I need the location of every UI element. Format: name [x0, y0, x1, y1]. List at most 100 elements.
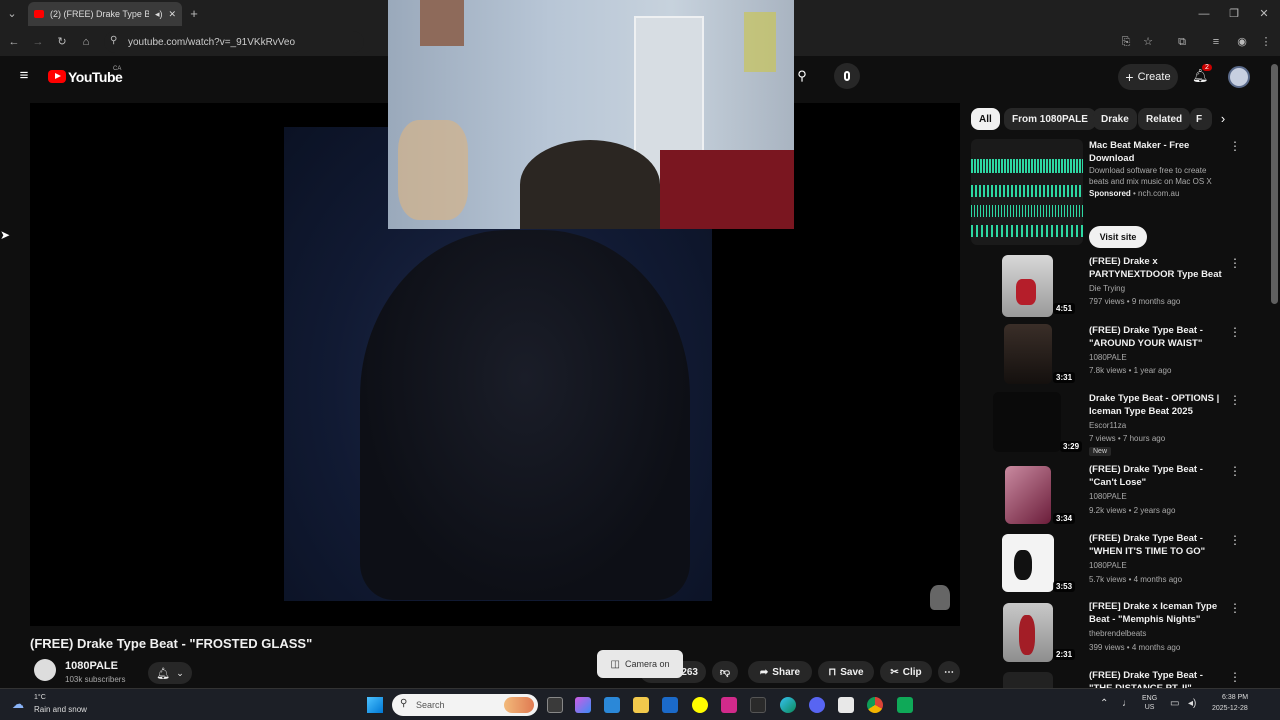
file-explorer-icon[interactable] [633, 697, 649, 713]
more-options-icon[interactable]: ⋮ [1229, 393, 1241, 407]
share-button[interactable]: ➦ Share [748, 661, 812, 683]
chip-partial[interactable]: F [1190, 108, 1212, 130]
tray-overflow-icon[interactable]: ⌃ [1100, 698, 1108, 709]
site-info-icon[interactable]: ⚲ [110, 35, 117, 46]
url-field[interactable]: ⚲ youtube.com/watch?v=_91VKkRvVeo [104, 31, 364, 53]
ad-more-icon[interactable]: ⋮ [1229, 139, 1241, 153]
video-meta: 797 views • 9 months ago [1089, 297, 1181, 306]
streaming-app-icon[interactable] [897, 697, 913, 713]
close-window-icon[interactable]: ✕ [1256, 7, 1272, 21]
new-tab-icon[interactable]: + [186, 7, 202, 21]
video-thumbnail[interactable] [993, 392, 1061, 452]
camera-status-pill[interactable]: ◫ Camera on [597, 650, 683, 678]
video-title-link[interactable]: [FREE] Drake x Iceman Type Beat - "Memph… [1089, 600, 1224, 626]
channel-avatar[interactable] [34, 659, 56, 681]
video-title-link[interactable]: (FREE) Drake Type Beat - "AROUND YOUR WA… [1089, 324, 1224, 350]
notifications-button[interactable]: 🔔︎ 2 [1192, 64, 1212, 84]
taskbar-search[interactable]: ⚲ Search [392, 694, 538, 716]
more-options-icon[interactable]: ⋮ [1229, 464, 1241, 478]
more-options-icon[interactable]: ⋮ [1229, 256, 1241, 270]
browser-tab[interactable]: (2) (FREE) Drake Type Beat ◂) ✕ [28, 2, 182, 26]
outlook-icon[interactable] [662, 697, 678, 713]
chip-from-channel[interactable]: From 1080PALE [1004, 108, 1096, 130]
language-indicator[interactable]: ENG US [1142, 694, 1157, 712]
widgets-icon[interactable] [604, 697, 620, 713]
video-thumbnail[interactable] [1003, 603, 1053, 662]
reload-icon[interactable]: ↻ [54, 35, 70, 49]
more-options-icon[interactable]: ⋮ [1229, 533, 1241, 547]
channel-name[interactable]: 1080PALE [65, 660, 118, 672]
more-options-icon[interactable]: ⋮ [1229, 601, 1241, 615]
microphone-tray-icon[interactable]: ♩ [1122, 698, 1132, 709]
video-channel[interactable]: thebrendelbeats [1089, 629, 1146, 638]
home-icon[interactable]: ⌂ [78, 35, 94, 49]
account-avatar[interactable] [1228, 66, 1250, 88]
video-title-link[interactable]: (FREE) Drake Type Beat - "Can't Lose" [1089, 463, 1224, 489]
dislike-button[interactable]: 👎︎ [712, 661, 738, 683]
notepad-icon[interactable] [838, 697, 854, 713]
video-thumbnail[interactable] [1002, 255, 1053, 317]
save-button[interactable]: ⊓ Save [818, 661, 874, 683]
chip-all[interactable]: All [971, 108, 1000, 130]
clip-button[interactable]: ✂ Clip [880, 661, 932, 683]
video-channel[interactable]: 1080PALE [1089, 353, 1127, 362]
app-icon[interactable] [721, 697, 737, 713]
snapchat-icon[interactable] [692, 697, 708, 713]
extensions-icon[interactable]: ⧉ [1174, 35, 1190, 49]
page-scrollbar[interactable] [1271, 64, 1278, 304]
video-title-link[interactable]: Drake Type Beat - OPTIONS | Iceman Type … [1089, 392, 1224, 418]
video-channel[interactable]: Die Trying [1089, 284, 1125, 293]
more-options-icon[interactable]: ⋮ [1229, 670, 1241, 684]
video-title-link[interactable]: (FREE) Drake x PARTYNEXTDOOR Type Beat -… [1089, 255, 1224, 281]
visit-site-button[interactable]: Visit site [1089, 226, 1147, 248]
weather-temperature[interactable]: 1°C [34, 694, 46, 701]
tab-menu-icon[interactable]: ⌄ [4, 7, 20, 21]
task-view-icon[interactable] [547, 697, 563, 713]
chrome-icon[interactable] [867, 697, 883, 713]
video-thumbnail[interactable] [1002, 534, 1054, 592]
subscription-bell-button[interactable]: 🔔︎ ⌄ [148, 662, 192, 684]
game-icon[interactable] [750, 697, 766, 713]
chip-related[interactable]: Related [1138, 108, 1191, 130]
video-title-link[interactable]: (FREE) Drake Type Beat - "THE DISTANCE P… [1089, 669, 1224, 688]
forward-icon[interactable]: → [30, 35, 46, 49]
speaker-icon[interactable]: ◂) [155, 9, 163, 20]
search-icon[interactable]: ⚲ [794, 69, 810, 83]
ad-thumbnail[interactable] [971, 139, 1083, 245]
clock-date[interactable]: 2025-12-28 [1212, 705, 1248, 712]
reading-list-icon[interactable]: ≡ [1208, 35, 1224, 49]
camera-icon: ◫ [610, 658, 620, 670]
more-actions-button[interactable]: ⋯ [938, 661, 960, 683]
copilot-icon[interactable] [575, 697, 591, 713]
hamburger-menu-icon[interactable]: ≡ [16, 68, 32, 83]
weather-description[interactable]: Rain and snow [34, 705, 87, 714]
network-icon[interactable]: ▭ [1170, 698, 1179, 709]
chip-drake[interactable]: Drake [1093, 108, 1137, 130]
browser-menu-icon[interactable]: ⋮ [1258, 35, 1274, 49]
voice-search-button[interactable] [834, 63, 860, 89]
create-button[interactable]: + Create [1118, 64, 1178, 90]
profile-icon[interactable]: ◉ [1234, 35, 1250, 49]
video-thumbnail[interactable] [1005, 466, 1051, 524]
channel-watermark[interactable] [930, 585, 950, 610]
close-tab-icon[interactable]: ✕ [168, 9, 176, 20]
maximize-icon[interactable]: ❐ [1226, 7, 1242, 21]
minimize-icon[interactable]: — [1196, 7, 1212, 21]
volume-icon[interactable]: ◂) [1188, 698, 1196, 709]
install-app-icon[interactable]: ⎘ [1118, 35, 1134, 49]
more-options-icon[interactable]: ⋮ [1229, 325, 1241, 339]
ad-title[interactable]: Mac Beat Maker - Free Download [1089, 139, 1224, 165]
bookmark-star-icon[interactable]: ☆ [1140, 35, 1156, 49]
video-channel[interactable]: 1080PALE [1089, 561, 1127, 570]
video-thumbnail[interactable] [1003, 672, 1053, 688]
clock-time[interactable]: 6:38 PM [1222, 694, 1248, 701]
edge-icon[interactable] [780, 697, 796, 713]
start-button[interactable] [367, 697, 383, 713]
video-title-link[interactable]: (FREE) Drake Type Beat - "WHEN IT'S TIME… [1089, 532, 1224, 558]
chevron-right-icon[interactable]: › [1215, 112, 1231, 126]
discord-icon[interactable] [809, 697, 825, 713]
video-thumbnail[interactable] [1004, 324, 1052, 384]
video-channel[interactable]: Escor11za [1089, 421, 1126, 430]
back-icon[interactable]: ← [6, 35, 22, 49]
video-channel[interactable]: 1080PALE [1089, 492, 1127, 501]
